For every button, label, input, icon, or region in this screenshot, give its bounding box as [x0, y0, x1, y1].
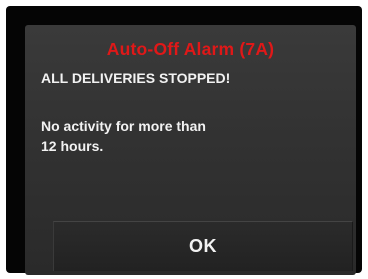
alarm-dialog: Auto-Off Alarm (7A) ALL DELIVERIES STOPP… — [25, 25, 356, 275]
device-screen: Auto-Off Alarm (7A) ALL DELIVERIES STOPP… — [0, 0, 368, 279]
alarm-headline: ALL DELIVERIES STOPPED! — [41, 70, 231, 86]
ok-button[interactable]: OK — [53, 221, 353, 271]
alarm-title: Auto-Off Alarm (7A) — [106, 39, 275, 59]
screen-bezel: Auto-Off Alarm (7A) ALL DELIVERIES STOPP… — [6, 6, 362, 275]
alarm-message: No activity for more than 12 hours. — [41, 116, 241, 156]
alarm-message-line: 12 hours. — [41, 138, 104, 154]
ok-button-label: OK — [189, 236, 217, 256]
alarm-message-line: No activity for more than — [41, 118, 206, 134]
